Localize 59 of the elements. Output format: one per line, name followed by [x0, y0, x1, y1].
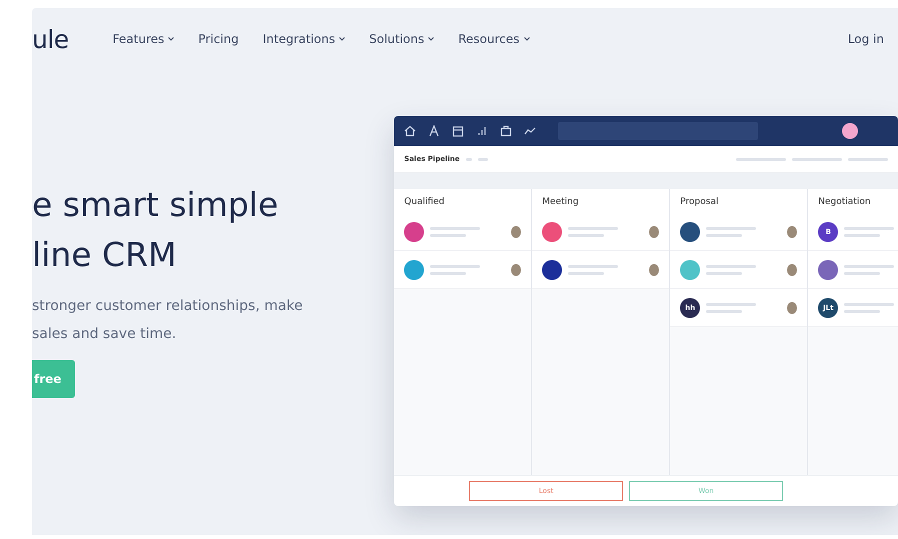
placeholder-line [844, 264, 894, 268]
placeholder-line [568, 234, 604, 236]
placeholder-line [706, 272, 742, 274]
box-icon[interactable] [500, 125, 512, 137]
placeholder-line [792, 158, 842, 160]
headline: e smart simple [32, 184, 280, 226]
placeholder-line [844, 302, 894, 306]
column-title: Qualified [394, 189, 532, 213]
trend-icon[interactable] [524, 125, 536, 137]
placeholder-line [706, 234, 742, 236]
login-link[interactable]: Log in [848, 32, 884, 46]
placeholder-line [736, 158, 786, 160]
person-avatar [787, 226, 798, 238]
placeholder-line [568, 264, 618, 268]
person-avatar [511, 226, 522, 238]
person-avatar [787, 264, 798, 276]
subtext: stronger customer relationships, make [32, 297, 304, 316]
placeholder-line [844, 234, 880, 236]
placeholder-line [844, 226, 894, 230]
placeholder-line [706, 264, 756, 268]
person-avatar [649, 264, 660, 276]
nav-link[interactable]: Resources [458, 32, 530, 46]
subtext: sales and save time. [32, 325, 178, 344]
caret-icon [428, 37, 434, 41]
column-title: Meeting [532, 189, 670, 213]
nav-link[interactable]: Pricing [198, 32, 239, 46]
placeholder-line [568, 272, 604, 274]
person-avatar [649, 226, 660, 238]
placeholder-line [430, 264, 480, 268]
caret-icon [339, 37, 346, 41]
placeholder-line [706, 226, 756, 230]
placeholder-line [706, 310, 742, 312]
placeholder-line [430, 234, 466, 236]
calendar-icon[interactable] [452, 125, 464, 137]
home-icon[interactable] [404, 125, 416, 137]
placeholder-line [478, 158, 488, 160]
caret-icon [524, 37, 530, 41]
bars-icon[interactable] [476, 125, 488, 137]
placeholder-line [706, 302, 756, 306]
placeholder-line [568, 226, 618, 230]
placeholder-line [848, 158, 888, 160]
column-title: Proposal [670, 189, 808, 213]
deal-card[interactable] [532, 251, 670, 289]
headline: line CRM [32, 234, 178, 276]
person-avatar [511, 264, 522, 276]
placeholder-line [430, 272, 466, 274]
caret-icon [168, 37, 174, 41]
placeholder-line [844, 272, 880, 274]
placeholder-line [844, 310, 880, 312]
nav-link[interactable]: Features [112, 32, 174, 46]
column-title: Negotiation [808, 189, 898, 213]
deal-card[interactable] [670, 213, 808, 251]
nav-link[interactable]: Integrations [262, 32, 346, 46]
placeholder-line [430, 226, 480, 230]
avatar[interactable] [842, 123, 858, 139]
placeholder-line [466, 158, 472, 160]
person-avatar [787, 302, 798, 314]
nav-link[interactable]: Solutions [369, 32, 434, 46]
logo[interactable]: ule [32, 24, 69, 54]
